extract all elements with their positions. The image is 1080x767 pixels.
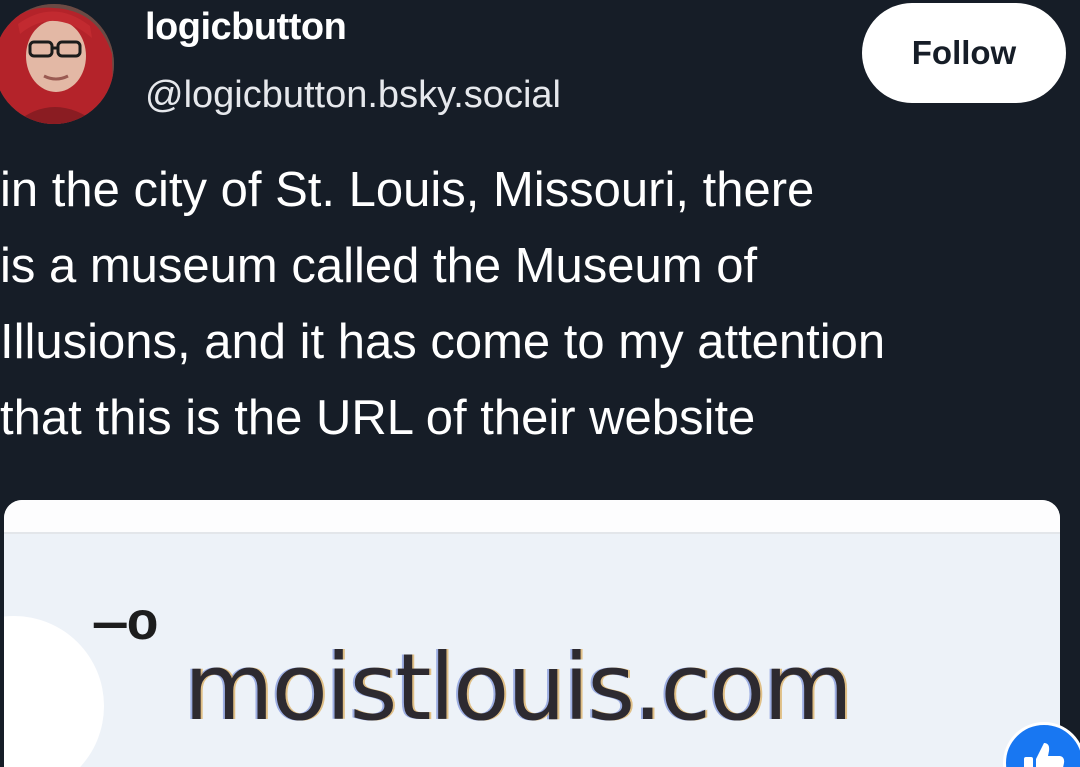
post-text-line: is a museum called the Museum of (0, 239, 758, 293)
author-handle[interactable]: @logicbutton.bsky.social (145, 74, 561, 117)
follow-button[interactable]: Follow (862, 3, 1066, 103)
post-text: in the city of St. Louis, Missouri, ther… (0, 152, 1080, 456)
avatar[interactable] (0, 4, 114, 124)
thumbs-up-icon (1024, 743, 1065, 767)
url-text: moistlouis.com (184, 634, 853, 741)
embed-header-bar (4, 500, 1060, 534)
embed-address-bar: ―o moistlouis.com (4, 534, 1060, 767)
post-text-line: that this is the URL of their website (0, 391, 756, 445)
post-text-line: Illusions, and it has come to my attenti… (0, 315, 886, 369)
avatar-icon (0, 4, 114, 124)
embedded-screenshot-card[interactable]: ―o moistlouis.com (4, 500, 1060, 767)
site-info-icon (4, 616, 104, 767)
site-info-glyph: ―o (94, 595, 159, 656)
author-display-name[interactable]: logicbutton (145, 6, 347, 49)
post-text-line: in the city of St. Louis, Missouri, ther… (0, 163, 815, 217)
